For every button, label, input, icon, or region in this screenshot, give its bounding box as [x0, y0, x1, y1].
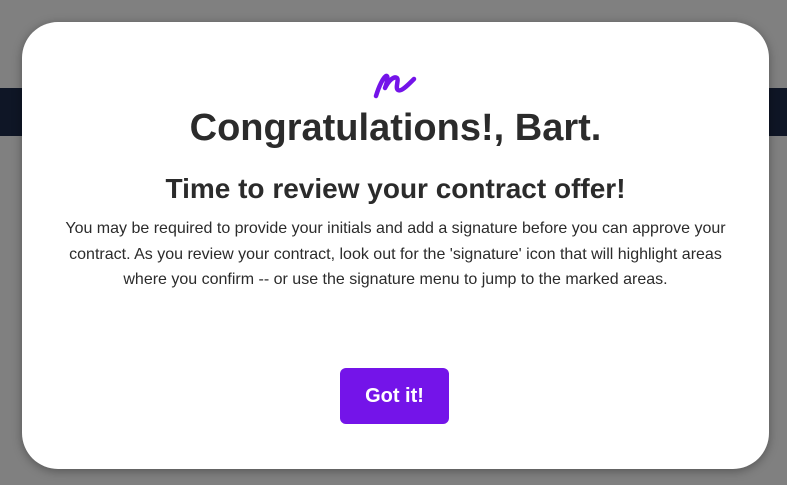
contract-review-dialog: Congratulations!, Bart. Time to review y… — [22, 22, 769, 469]
dialog-title: Congratulations!, Bart. — [189, 107, 602, 149]
got-it-button[interactable]: Got it! — [340, 368, 449, 424]
signature-scribble-icon — [373, 73, 417, 99]
dialog-subtitle: Time to review your contract offer! — [165, 173, 626, 204]
dialog-body-text: You may be required to provide your init… — [65, 220, 726, 288]
